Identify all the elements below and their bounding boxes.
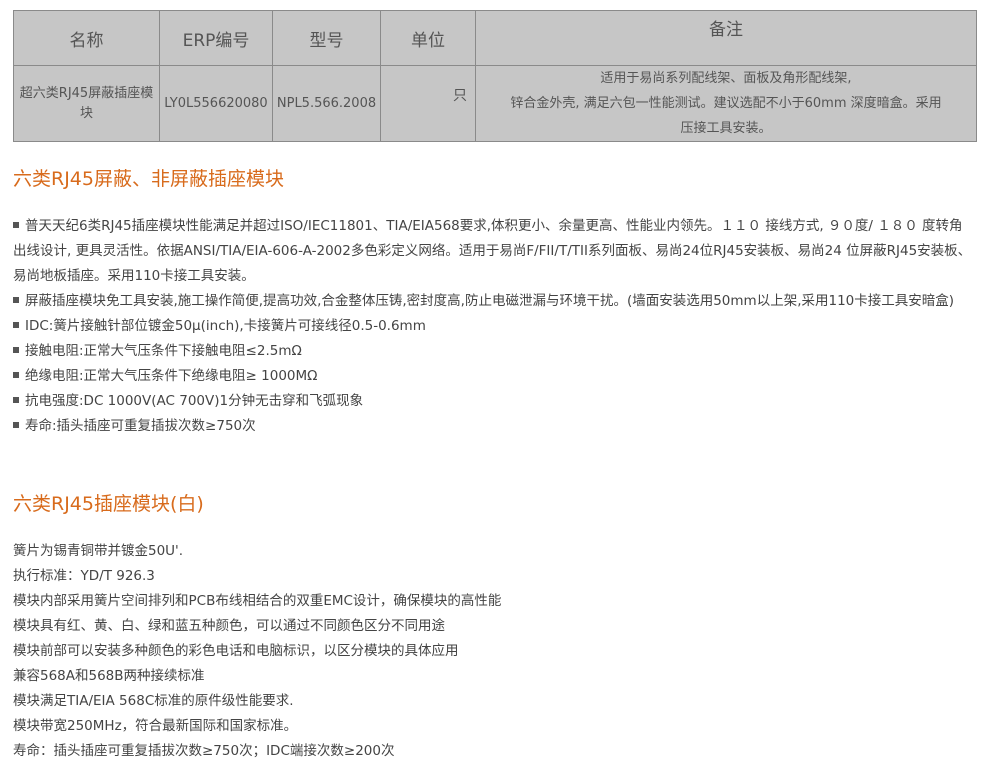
remark-line: 锌合金外壳, 满足六包一性能测试。建议选配不小于60mm 深度暗盒。采用 [510,96,942,111]
header-unit: 单位 [380,10,476,66]
square-bullet-icon [13,372,19,378]
header-model: 型号 [272,10,381,66]
cell-model: NPL5.566.2008 [272,65,381,142]
table-row: 超六类RJ45屏蔽插座模块 LY0L556620080 NPL5.566.200… [13,65,977,142]
list-item: 寿命：插头插座可重复插拔次数≥750次；IDC端接次数≥200次 [13,743,395,759]
list-item-text: 普天天纪6类RJ45插座模块性能满足并超过ISO/IEC11801、TIA/EI… [13,218,972,284]
list-item: 模块满足TIA/EIA 568C标准的原件级性能要求. [13,693,294,709]
section1-feature-list: 普天天纪6类RJ45插座模块性能满足并超过ISO/IEC11801、TIA/EI… [13,214,976,439]
list-item: 模块带宽250MHz，符合最新国际和国家标准。 [13,718,298,734]
list-item: 模块具有红、黄、白、绿和蓝五种颜色，可以通过不同颜色区分不同用途 [13,618,445,634]
cell-name: 超六类RJ45屏蔽插座模块 [13,65,160,142]
list-item: 模块前部可以安装多种颜色的彩色电话和电脑标识，以区分模块的具体应用 [13,643,459,659]
list-item-text: 抗电强度:DC 1000V(AC 700V)1分钟无击穿和飞弧现象 [25,393,364,409]
header-name: 名称 [13,10,160,66]
square-bullet-icon [13,297,19,303]
table-header-row: 名称 ERP编号 型号 单位 备注 [13,10,977,66]
list-item: 模块内部采用簧片空间排列和PCB布线相结合的双重EMC设计，确保模块的高性能 [13,593,502,609]
list-item: 接触电阻:正常大气压条件下接触电阻≤2.5mΩ [13,339,976,364]
section-title-shielded-modules: 六类RJ45屏蔽、非屏蔽插座模块 [13,168,284,190]
list-item-text: IDC:簧片接触针部位镀金50μ(inch),卡接簧片可接线径0.5-0.6mm [25,318,426,334]
cell-remark: 适用于易尚系列配线架、面板及角形配线架, 锌合金外壳, 满足六包一性能测试。建议… [475,65,977,142]
list-item: 执行标准：YD/T 926.3 [13,568,155,584]
square-bullet-icon [13,422,19,428]
list-item: 簧片为锡青铜带并镀金50U'. [13,543,184,559]
product-spec-table: 名称 ERP编号 型号 单位 备注 超六类RJ45屏蔽插座模块 LY0L5566… [13,10,977,142]
list-item: 兼容568A和568B两种接续标准 [13,668,205,684]
list-item: 寿命:插头插座可重复插拔次数≥750次 [13,414,976,439]
list-item: 抗电强度:DC 1000V(AC 700V)1分钟无击穿和飞弧现象 [13,389,976,414]
list-item-text: 绝缘电阻:正常大气压条件下绝缘电阻≥ 1000MΩ [25,368,318,384]
list-item: 绝缘电阻:正常大气压条件下绝缘电阻≥ 1000MΩ [13,364,976,389]
list-item: IDC:簧片接触针部位镀金50μ(inch),卡接簧片可接线径0.5-0.6mm [13,314,976,339]
list-item-text: 寿命:插头插座可重复插拔次数≥750次 [25,418,256,434]
cell-erp: LY0L556620080 [159,65,273,142]
square-bullet-icon [13,322,19,328]
square-bullet-icon [13,222,19,228]
square-bullet-icon [13,347,19,353]
list-item: 屏蔽插座模块免工具安装,施工操作简便,提高功效,合金整体压铸,密封度高,防止电磁… [13,289,976,314]
list-item: 普天天纪6类RJ45插座模块性能满足并超过ISO/IEC11801、TIA/EI… [13,214,976,289]
remark-line: 压接工具安装。 [680,121,772,136]
list-item-text: 屏蔽插座模块免工具安装,施工操作简便,提高功效,合金整体压铸,密封度高,防止电磁… [25,293,955,309]
header-remark: 备注 [475,10,977,66]
header-erp: ERP编号 [159,10,273,66]
cell-unit: 只 [380,65,476,142]
square-bullet-icon [13,397,19,403]
list-item-text: 接触电阻:正常大气压条件下接触电阻≤2.5mΩ [25,343,302,359]
section2-description: 簧片为锡青铜带并镀金50U'. 执行标准：YD/T 926.3 模块内部采用簧片… [13,539,976,764]
remark-line: 适用于易尚系列配线架、面板及角形配线架, [600,71,852,86]
section-title-white-module: 六类RJ45插座模块(白) [13,493,204,515]
